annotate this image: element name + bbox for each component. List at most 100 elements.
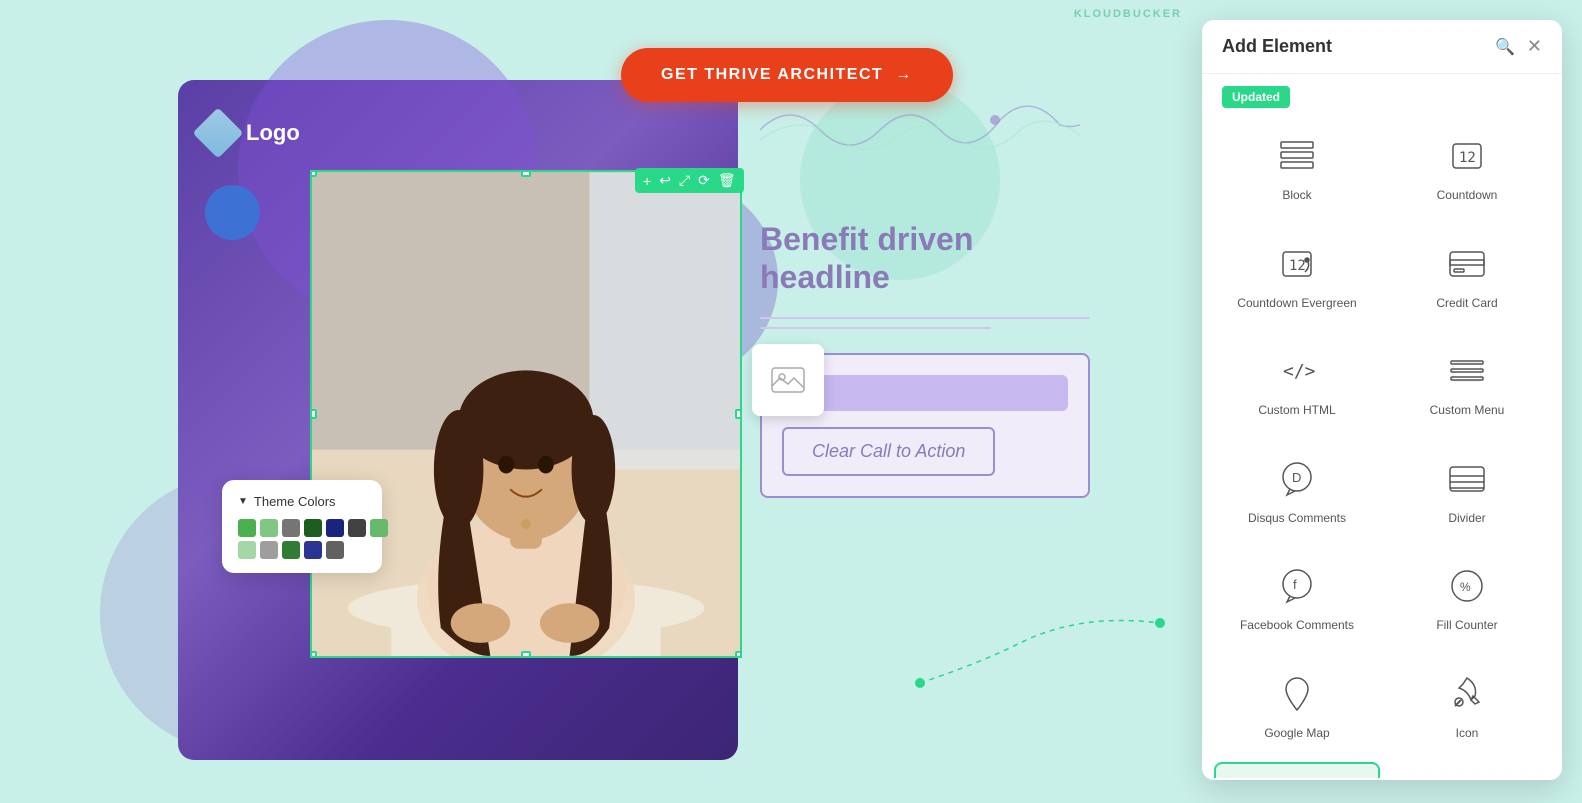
panel-title: Add Element	[1222, 36, 1332, 57]
image-container[interactable]: ✛	[310, 170, 742, 658]
handle-bm[interactable]	[521, 651, 531, 658]
element-custom-menu[interactable]: Custom Menu	[1384, 331, 1550, 435]
toolbar-add[interactable]: +	[643, 173, 651, 189]
disqus-comments-label: Disqus Comments	[1248, 511, 1346, 527]
color-grid	[238, 519, 366, 559]
countdown-evergreen-label: Countdown Evergreen	[1237, 296, 1356, 312]
elements-grid: Block 12 Countdown 12 Countdown Evergree…	[1202, 108, 1562, 778]
element-fill-counter[interactable]: % Fill Counter	[1384, 546, 1550, 650]
custom-menu-icon	[1443, 347, 1491, 395]
element-disqus-comments[interactable]: D Disqus Comments	[1214, 439, 1380, 543]
divider-label: Divider	[1448, 511, 1485, 527]
countdown-evergreen-icon: 12	[1273, 240, 1321, 288]
toolbar-refresh[interactable]: ⟳	[698, 172, 710, 189]
element-google-map[interactable]: Google Map	[1214, 654, 1380, 758]
divider-icon	[1443, 455, 1491, 503]
divider-line-1	[760, 317, 1090, 319]
countdown-icon: 12	[1443, 132, 1491, 180]
credit-card-icon	[1443, 240, 1491, 288]
handle-br[interactable]	[735, 651, 742, 658]
chevron-down-icon: ▼	[238, 496, 248, 507]
color-swatch[interactable]	[260, 519, 278, 537]
custom-html-icon: </>	[1273, 347, 1321, 395]
block-label: Block	[1282, 188, 1311, 204]
fill-counter-icon: %	[1443, 562, 1491, 610]
handle-bl[interactable]	[310, 651, 317, 658]
block-icon	[1273, 132, 1321, 180]
color-swatch[interactable]	[304, 541, 322, 559]
divider-line-2	[760, 327, 991, 329]
wave-svg	[760, 80, 1080, 180]
facebook-comments-label: Facebook Comments	[1240, 618, 1354, 634]
element-divider[interactable]: Divider	[1384, 439, 1550, 543]
custom-html-label: Custom HTML	[1258, 403, 1335, 419]
panel-header-icons: 🔍 ✕	[1495, 36, 1542, 57]
rocket-icon	[1443, 670, 1491, 718]
logo-icon	[193, 108, 244, 159]
benefit-headline: Benefit driven headline	[760, 220, 1090, 297]
svg-text:</>: </>	[1283, 361, 1316, 382]
theme-colors-header: ▼ Theme Colors	[238, 494, 366, 509]
icon-label: Icon	[1456, 726, 1479, 742]
handle-tl[interactable]	[310, 170, 317, 177]
content-area: Benefit driven headline Clear Call to Ac…	[760, 80, 1090, 780]
element-facebook-comments[interactable]: f Facebook Comments	[1214, 546, 1380, 650]
element-credit-card[interactable]: Credit Card	[1384, 224, 1550, 328]
color-swatch[interactable]	[348, 519, 366, 537]
element-custom-html[interactable]: </> Custom HTML	[1214, 331, 1380, 435]
handle-mr[interactable]	[735, 409, 742, 419]
svg-text:D: D	[1292, 470, 1301, 485]
svg-text:12: 12	[1459, 150, 1476, 166]
color-swatch[interactable]	[282, 541, 300, 559]
color-swatch[interactable]	[326, 541, 344, 559]
close-icon[interactable]: ✕	[1527, 36, 1542, 57]
disqus-comments-icon: D	[1273, 455, 1321, 503]
photo-fill	[312, 172, 740, 656]
color-swatch[interactable]	[238, 519, 256, 537]
svg-text:f: f	[1293, 577, 1297, 592]
theme-colors-panel: ▼ Theme Colors	[222, 480, 382, 573]
google-map-icon	[1273, 670, 1321, 718]
color-swatch[interactable]	[370, 519, 388, 537]
clear-cta-button[interactable]: Clear Call to Action	[782, 427, 995, 476]
svg-text:12: 12	[1289, 258, 1306, 274]
logo-text: Logo	[246, 120, 300, 146]
handle-tm[interactable]	[521, 170, 531, 177]
logo-area: Logo	[200, 115, 300, 151]
color-swatch[interactable]	[260, 541, 278, 559]
theme-colors-label: Theme Colors	[254, 494, 336, 509]
image-toolbar: + ↩ ⤢ ⟳ 🗑	[635, 168, 744, 193]
element-countdown[interactable]: 12 Countdown	[1384, 116, 1550, 220]
toolbar-undo[interactable]: ↩	[659, 172, 671, 189]
element-block[interactable]: Block	[1214, 116, 1380, 220]
element-lead-generation[interactable]: Lead Generation	[1214, 762, 1380, 778]
google-map-label: Google Map	[1264, 726, 1329, 742]
watermark: KLOUDBUCKER	[1074, 8, 1182, 20]
add-element-panel: Add Element 🔍 ✕ Updated Block 12 Countdo…	[1202, 20, 1562, 780]
custom-menu-label: Custom Menu	[1430, 403, 1505, 419]
photo-svg	[312, 172, 740, 656]
photo-icon	[768, 360, 808, 400]
image-placeholder-icon	[752, 344, 824, 416]
countdown-label: Countdown	[1437, 188, 1498, 204]
credit-card-label: Credit Card	[1436, 296, 1497, 312]
wave-area	[760, 80, 1090, 200]
clear-cta-label: Clear Call to Action	[812, 441, 965, 461]
deco-circle-blue	[205, 185, 260, 240]
color-swatch[interactable]	[326, 519, 344, 537]
updated-badge: Updated	[1222, 86, 1290, 108]
search-icon[interactable]: 🔍	[1495, 37, 1515, 57]
svg-text:%: %	[1460, 580, 1471, 594]
handle-ml[interactable]	[310, 409, 317, 419]
toolbar-resize[interactable]: ⤢	[679, 172, 690, 189]
color-swatch[interactable]	[304, 519, 322, 537]
element-icon[interactable]: Icon	[1384, 654, 1550, 758]
fill-counter-label: Fill Counter	[1436, 618, 1497, 634]
element-countdown-evergreen[interactable]: 12 Countdown Evergreen	[1214, 224, 1380, 328]
cta-inner-box	[782, 375, 1068, 411]
toolbar-delete[interactable]: 🗑	[718, 172, 736, 189]
color-swatch[interactable]	[282, 519, 300, 537]
color-swatch[interactable]	[238, 541, 256, 559]
panel-header: Add Element 🔍 ✕	[1202, 20, 1562, 74]
facebook-comments-icon: f	[1273, 562, 1321, 610]
